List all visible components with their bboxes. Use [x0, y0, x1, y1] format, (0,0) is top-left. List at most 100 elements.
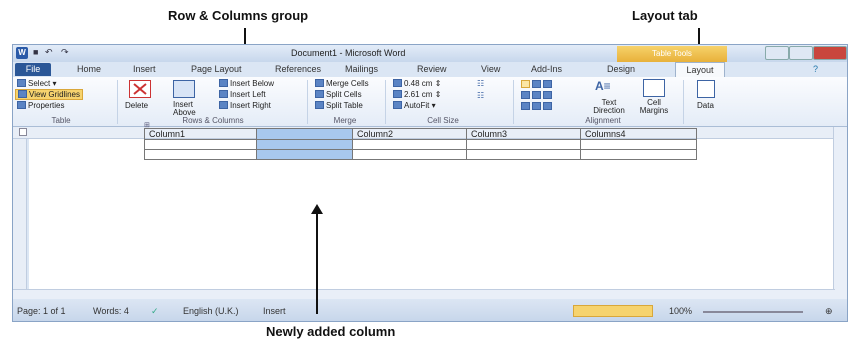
zoom-level[interactable]: 100% [669, 306, 692, 316]
distribute-columns-icon[interactable]: ☷ [477, 91, 484, 100]
annotation-rows-columns-group: Row & Columns group [168, 8, 309, 23]
tab-layout[interactable]: Layout [675, 62, 725, 77]
tab-design[interactable]: Design [607, 64, 635, 74]
table-cell[interactable] [466, 139, 581, 150]
group-rows-columns-label: Rows & Columns [182, 116, 244, 125]
insert-right-icon [219, 101, 228, 109]
document-table[interactable]: Column1 Column2 Column3 Columns4 [144, 128, 697, 160]
annotation-arrow-new-column [316, 212, 318, 314]
undo-icon[interactable]: ↶ [45, 47, 53, 59]
cell-margins-button[interactable]: Cell Margins [635, 99, 673, 115]
tab-add-ins[interactable]: Add-Ins [531, 64, 562, 74]
properties-icon [17, 101, 26, 109]
view-gridlines-button[interactable]: View Gridlines [15, 89, 83, 100]
table-cell[interactable] [144, 149, 257, 160]
redo-icon[interactable]: ↷ [61, 47, 69, 59]
table-cell[interactable] [144, 139, 257, 150]
merge-cells-button[interactable]: Merge Cells [315, 79, 369, 88]
window-title: Document1 - Microsoft Word [291, 48, 406, 58]
status-mode[interactable]: Insert [263, 306, 286, 316]
delete-button[interactable]: Delete [125, 101, 148, 110]
table-tools-label: Table Tools [617, 46, 727, 62]
column-width-field[interactable]: 2.61 cm ⇕ [393, 90, 441, 99]
table-cell[interactable]: Column2 [352, 128, 467, 140]
merge-cells-icon [315, 79, 324, 87]
select-button[interactable]: Select ▾ [17, 79, 56, 88]
new-column-cell[interactable] [256, 149, 353, 160]
group-cell-size-label: Cell Size [427, 116, 459, 125]
ribbon-separator [307, 80, 308, 124]
table-cell[interactable]: Columns4 [580, 128, 697, 140]
close-button[interactable] [813, 46, 847, 60]
align-buttons-row3[interactable] [521, 102, 554, 111]
insert-left-button[interactable]: Insert Left [219, 90, 266, 99]
minimize-button[interactable] [765, 46, 789, 60]
tab-references[interactable]: References [275, 64, 321, 74]
insert-below-button[interactable]: Insert Below [219, 79, 274, 88]
data-button[interactable]: Data [697, 101, 714, 110]
delete-icon[interactable] [129, 80, 151, 98]
vertical-ruler [13, 139, 27, 299]
table-row: Column1 Column2 Column3 Columns4 [144, 128, 697, 140]
word-window: W ■ ↶ ↷ Document1 - Microsoft Word Table… [12, 44, 848, 322]
tab-home[interactable]: Home [77, 64, 101, 74]
text-direction-icon[interactable]: A≡ [595, 79, 611, 93]
insert-above-button[interactable]: Insert Above [173, 101, 203, 117]
group-table-label: Table [51, 116, 71, 125]
split-cells-button[interactable]: Split Cells [315, 90, 362, 99]
insert-right-button[interactable]: Insert Right [219, 101, 271, 110]
group-alignment-label: Alignment [585, 116, 621, 125]
table-move-handle-icon[interactable]: ⊞ [144, 121, 150, 129]
new-column-cell[interactable] [256, 139, 353, 150]
height-icon [393, 79, 402, 87]
new-column-cell[interactable] [256, 128, 353, 140]
table-cell[interactable] [352, 149, 467, 160]
autofit-button[interactable]: AutoFit ▾ [393, 101, 436, 110]
ribbon-separator [683, 80, 684, 124]
select-icon [17, 79, 26, 87]
properties-button[interactable]: Properties [17, 101, 64, 110]
save-icon[interactable]: ■ [33, 47, 38, 59]
status-words[interactable]: Words: 4 [93, 306, 129, 316]
tab-view[interactable]: View [481, 64, 500, 74]
tab-file[interactable]: File [15, 63, 51, 76]
maximize-button[interactable] [789, 46, 813, 60]
tab-review[interactable]: Review [417, 64, 447, 74]
tab-page-layout[interactable]: Page Layout [191, 64, 242, 74]
zoom-slider[interactable] [703, 311, 803, 313]
data-icon[interactable] [697, 80, 715, 98]
row-height-field[interactable]: 0.48 cm ⇕ [393, 79, 441, 88]
ribbon-separator [513, 80, 514, 124]
align-buttons-row1[interactable] [521, 80, 554, 89]
status-language[interactable]: English (U.K.) [183, 306, 239, 316]
table-cell[interactable]: Column1 [144, 128, 257, 140]
annotation-newly-added-column: Newly added column [266, 324, 396, 339]
spellcheck-icon[interactable]: ✓ [151, 306, 159, 317]
table-cell[interactable] [466, 149, 581, 160]
table-cell[interactable] [580, 139, 697, 150]
horizontal-scrollbar[interactable] [13, 289, 835, 299]
tab-insert[interactable]: Insert [133, 64, 156, 74]
vertical-scrollbar[interactable] [833, 127, 847, 299]
table-cell[interactable]: Column3 [466, 128, 581, 140]
document-page[interactable] [29, 139, 833, 297]
tab-selector-icon[interactable] [19, 128, 27, 136]
insert-above-icon[interactable] [173, 80, 195, 98]
table-row [144, 149, 697, 160]
ribbon: Select ▾ View Gridlines Properties Table… [13, 77, 847, 127]
distribute-rows-icon[interactable]: ☷ [477, 79, 484, 88]
tab-mailings[interactable]: Mailings [345, 64, 378, 74]
tutorial-screenshot: Row & Columns group Layout tab W ■ ↶ ↷ D… [0, 0, 848, 340]
view-buttons[interactable] [573, 305, 653, 317]
zoom-in-icon[interactable]: ⊕ [825, 306, 833, 317]
table-cell[interactable] [352, 139, 467, 150]
split-table-button[interactable]: Split Table [315, 101, 363, 110]
status-page[interactable]: Page: 1 of 1 [17, 306, 66, 316]
align-buttons-row2[interactable] [521, 91, 554, 100]
cell-margins-icon[interactable] [643, 79, 665, 97]
ribbon-separator [385, 80, 386, 124]
split-cells-icon [315, 90, 324, 98]
table-cell[interactable] [580, 149, 697, 160]
text-direction-button[interactable]: Text Direction [587, 99, 631, 115]
help-icon[interactable]: ? [813, 64, 818, 74]
